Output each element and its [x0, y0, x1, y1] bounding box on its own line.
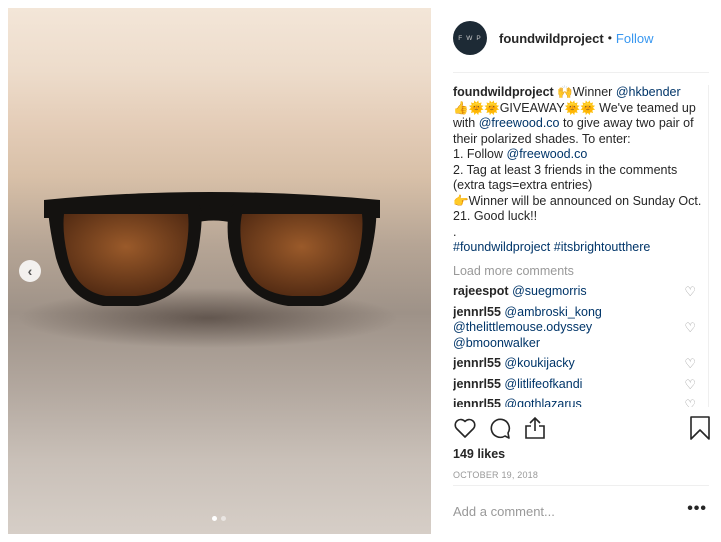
likes-count[interactable]: 149 likes — [453, 447, 505, 461]
separator: • — [607, 31, 612, 45]
comments-scroll-area[interactable]: foundwildproject 🙌Winner @hkbender 👍🌞🌞GI… — [453, 85, 709, 407]
comment-username[interactable]: rajeespot — [453, 284, 509, 298]
comment-item: rajeespot @suegmorris ♡ — [453, 284, 708, 300]
mention-link[interactable]: @hkbender — [616, 85, 681, 99]
emoji: 👉 — [453, 193, 469, 208]
comment-username[interactable]: jennrl55 — [453, 305, 501, 319]
caption-text: Winner — [572, 85, 616, 99]
comment-text[interactable]: @suegmorris — [512, 284, 587, 298]
comment-text[interactable]: @litlifeofkandi — [504, 377, 582, 391]
comment-text[interactable]: @koukijacky — [504, 356, 574, 370]
comment-body: jennrl55 @koukijacky — [453, 356, 575, 372]
mention-link[interactable]: @freewood.co — [507, 147, 588, 161]
comment-username[interactable]: jennrl55 — [453, 377, 501, 391]
avatar[interactable]: FWP — [453, 21, 487, 55]
previous-image-button[interactable]: ‹ — [19, 260, 41, 282]
post-date: OCTOBER 19, 2018 — [453, 470, 539, 480]
share-icon[interactable] — [523, 416, 547, 440]
mention-link[interactable]: @freewood.co — [479, 116, 560, 130]
comment-item: jennrl55 @gothlazarus ♡ — [453, 397, 708, 407]
caption-text: 2. Tag at least 3 friends in the comment… — [453, 162, 678, 193]
comment-item: jennrl55 @litlifeofkandi ♡ — [453, 377, 708, 393]
post-sidebar: FWP foundwildproject • Follow foundwildp… — [440, 8, 712, 534]
chevron-left-icon: ‹ — [27, 263, 33, 279]
comment-item: jennrl55 @ambroski_kong @thelittlemouse.… — [453, 305, 708, 352]
comment-body: jennrl55 @gothlazarus — [453, 397, 582, 407]
add-comment-input[interactable]: Add a comment... — [453, 504, 555, 519]
comment-body: jennrl55 @litlifeofkandi — [453, 377, 582, 393]
emoji: 👍🌞🌞 — [453, 100, 500, 115]
comment-like-heart-icon[interactable]: ♡ — [684, 377, 696, 393]
sunglasses-image — [18, 192, 398, 348]
comment-username[interactable]: jennrl55 — [453, 397, 501, 407]
divider — [453, 72, 709, 73]
caption-text: Winner will be announced on Sunday Oct. … — [453, 193, 702, 224]
comment-like-heart-icon[interactable]: ♡ — [684, 356, 696, 372]
caption-text: GIVEAWAY — [499, 100, 565, 115]
post-photo[interactable]: ‹ — [8, 8, 431, 534]
comment-body: rajeespot @suegmorris — [453, 284, 587, 300]
action-bar — [453, 416, 711, 444]
emoji: 🌞🌞 — [564, 100, 596, 115]
comment-like-heart-icon[interactable]: ♡ — [684, 397, 696, 407]
carousel-dot — [221, 516, 226, 521]
comment-like-heart-icon[interactable]: ♡ — [684, 320, 696, 336]
emoji: 🙌 — [557, 85, 573, 99]
caption-text: 1. Follow — [453, 147, 507, 161]
comment-item: jennrl55 @koukijacky ♡ — [453, 356, 708, 372]
follow-button[interactable]: Follow — [616, 31, 654, 46]
username-link[interactable]: foundwildproject — [499, 31, 604, 46]
comment-icon[interactable] — [488, 416, 512, 440]
load-more-comments-button[interactable]: Load more comments — [453, 264, 708, 280]
carousel-indicator — [212, 516, 226, 521]
more-options-icon[interactable]: ••• — [687, 500, 707, 518]
divider — [453, 485, 709, 486]
carousel-dot-active — [212, 516, 217, 521]
comment-like-heart-icon[interactable]: ♡ — [684, 284, 696, 300]
caption: foundwildproject 🙌Winner @hkbender 👍🌞🌞GI… — [453, 85, 708, 256]
bookmark-icon[interactable] — [689, 416, 711, 440]
comment-username[interactable]: jennrl55 — [453, 356, 501, 370]
comment-text[interactable]: @gothlazarus — [504, 397, 581, 407]
post-header: FWP foundwildproject • Follow — [453, 21, 654, 55]
comment-body: jennrl55 @ambroski_kong @thelittlemouse.… — [453, 305, 653, 352]
caption-text: . — [453, 224, 457, 239]
like-heart-icon[interactable] — [453, 416, 477, 440]
hashtag-links[interactable]: #foundwildproject #itsbrightoutthere — [453, 240, 650, 254]
caption-username[interactable]: foundwildproject — [453, 85, 554, 99]
